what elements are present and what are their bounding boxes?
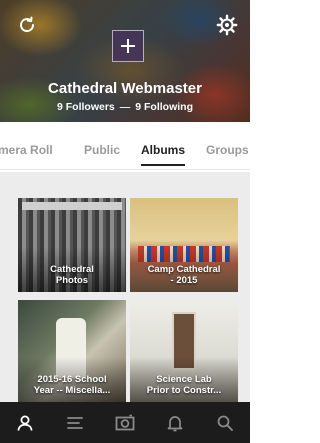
album-cathedral-photos[interactable]: Cathedral Photos xyxy=(18,198,126,292)
notifications-icon xyxy=(167,415,183,431)
album-school-year[interactable]: 2015-16 School Year -- Miscella... xyxy=(18,300,126,402)
search-icon xyxy=(217,415,233,431)
follow-separator: — xyxy=(119,101,131,113)
settings-button[interactable] xyxy=(212,10,242,40)
nav-camera[interactable] xyxy=(111,409,139,437)
album-title: Camp Cathedral - 2015 xyxy=(147,264,221,286)
following-count[interactable]: 9 Following xyxy=(135,101,193,113)
add-icon xyxy=(121,39,135,53)
profile-name: Cathedral Webmaster xyxy=(48,80,202,97)
album-title: Science Lab Prior to Constr... xyxy=(146,374,222,396)
profile-tabs: mera Roll Public Albums Groups xyxy=(0,130,250,170)
tab-groups[interactable]: Groups xyxy=(206,143,249,157)
avatar[interactable] xyxy=(112,30,144,62)
follow-stats: 9 Followers — 9 Following xyxy=(0,101,250,113)
feed-icon xyxy=(67,416,83,429)
nav-search[interactable] xyxy=(211,409,239,437)
tab-albums[interactable]: Albums xyxy=(141,143,186,166)
nav-notifications[interactable] xyxy=(161,409,189,437)
nav-feed[interactable] xyxy=(61,409,89,437)
tab-camera-roll[interactable]: mera Roll xyxy=(0,143,53,157)
album-science-lab[interactable]: Science Lab Prior to Constr... xyxy=(130,300,238,402)
bottom-navigation xyxy=(0,402,250,443)
profile-header: Cathedral Webmaster 9 Followers —9 Follow… xyxy=(0,0,250,122)
followers-count[interactable]: 9 Followers xyxy=(57,101,115,113)
camera-icon xyxy=(115,414,135,430)
tab-public[interactable]: Public xyxy=(84,143,120,157)
nav-profile[interactable] xyxy=(11,409,39,437)
profile-icon xyxy=(17,415,33,431)
album-camp-cathedral[interactable]: Camp Cathedral - 2015 xyxy=(130,198,238,292)
album-title: 2015-16 School Year -- Miscella... xyxy=(33,374,111,396)
refresh-icon xyxy=(20,16,35,33)
refresh-button[interactable] xyxy=(12,10,42,40)
gear-icon xyxy=(216,14,238,36)
album-grid: Cathedral Photos Camp Cathedral - 2015 201… xyxy=(0,172,250,402)
album-title: Cathedral Photos xyxy=(50,264,94,286)
